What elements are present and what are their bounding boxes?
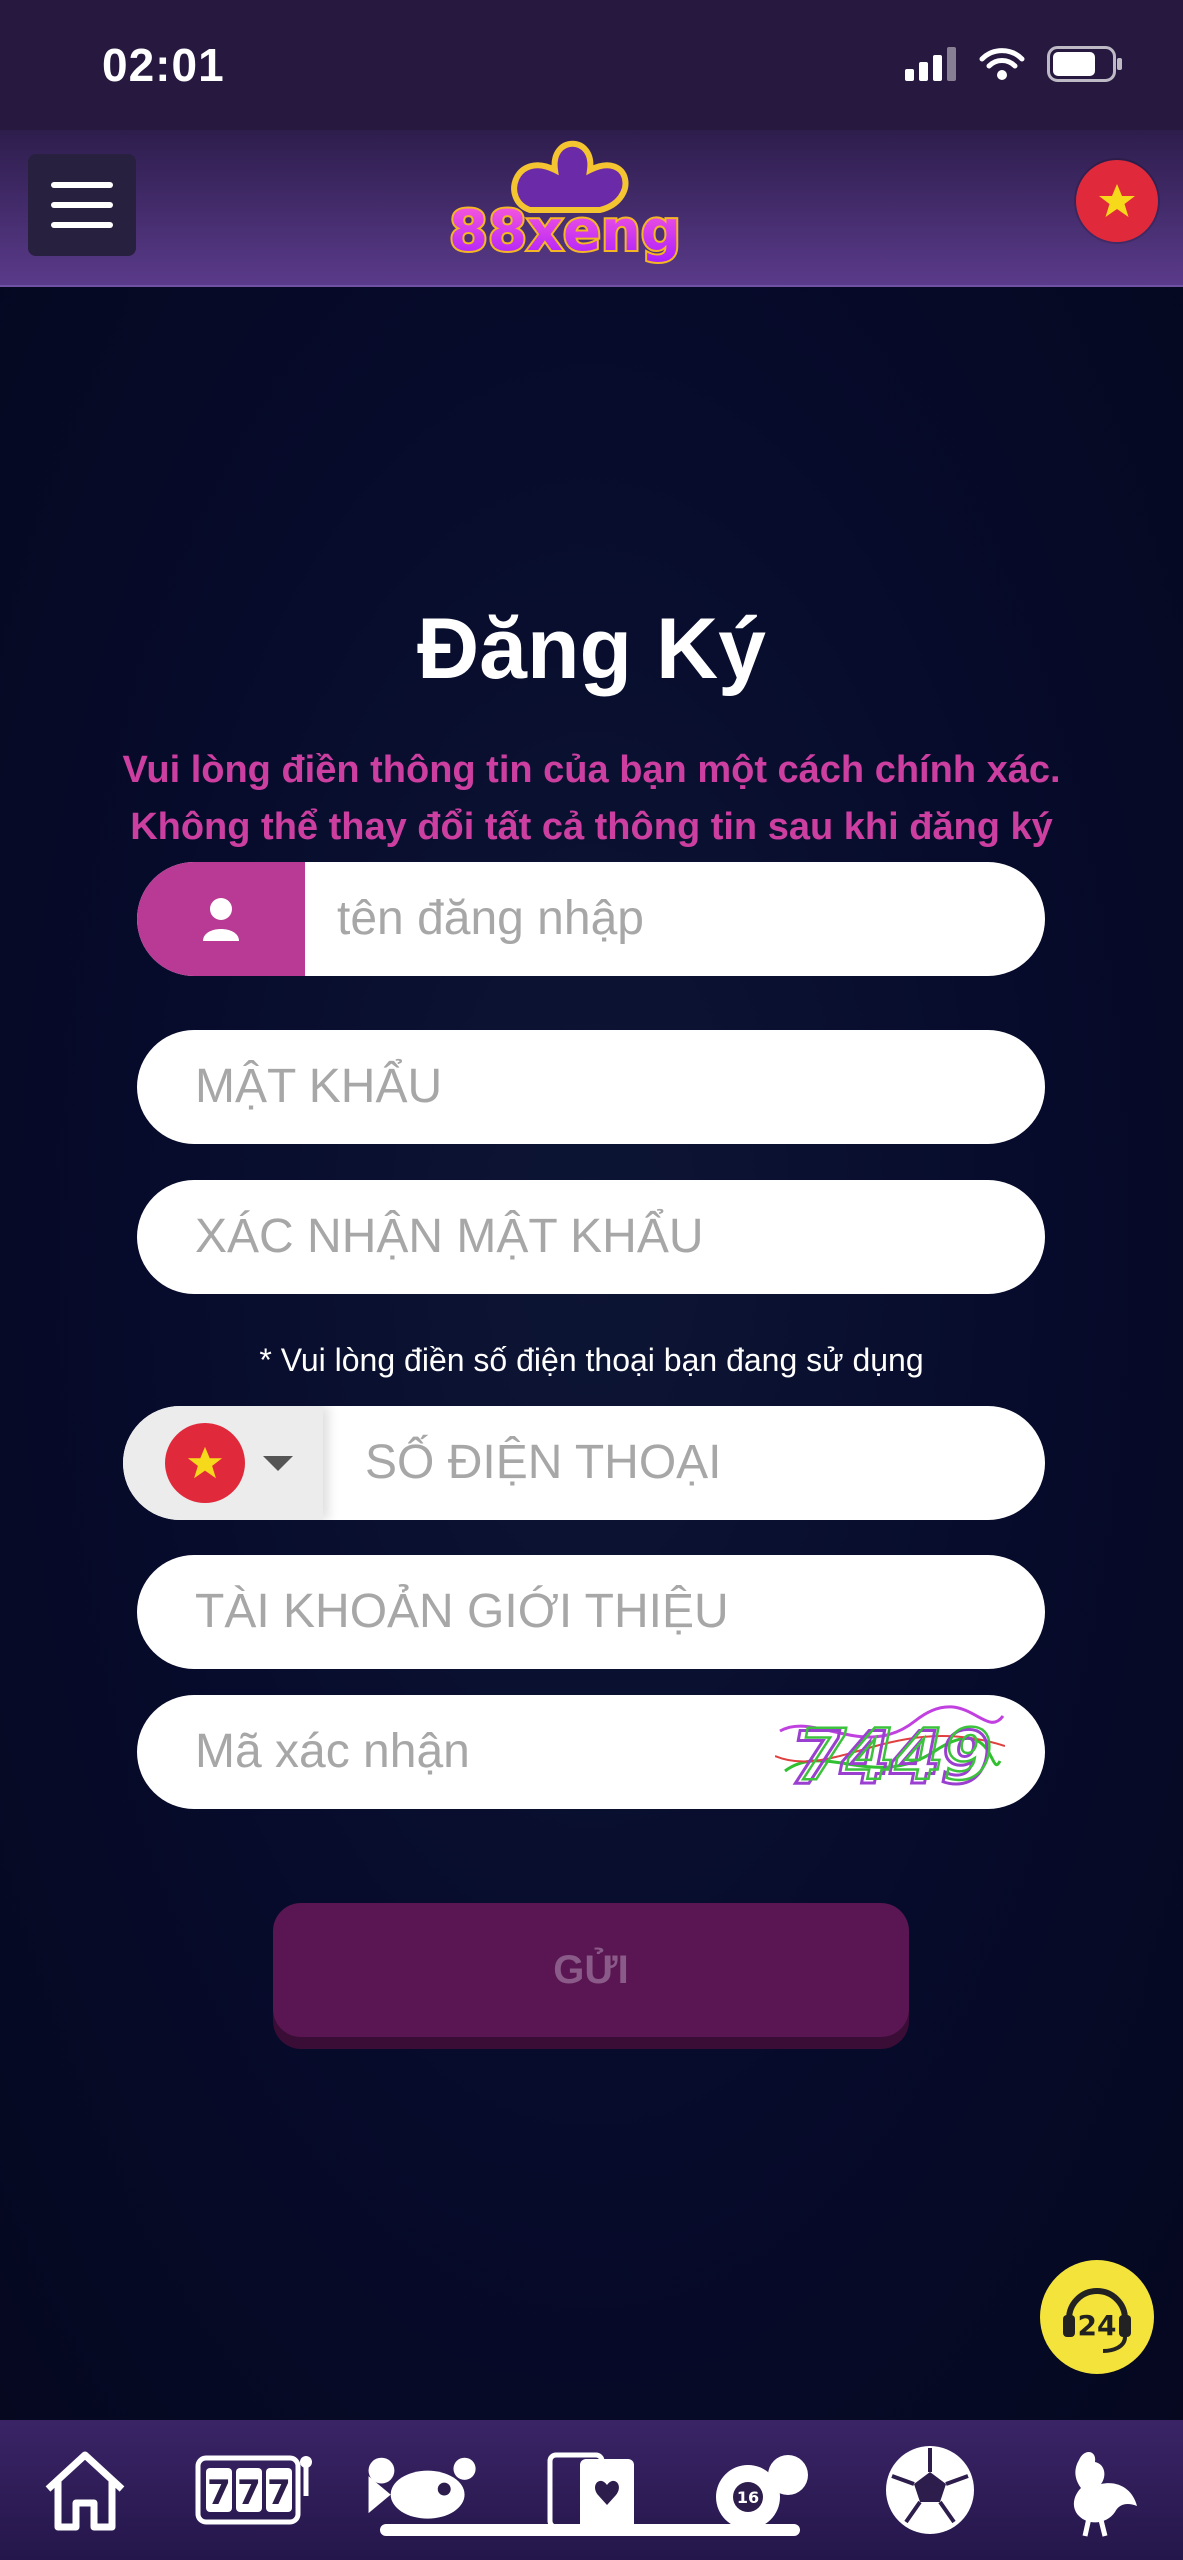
nav-home[interactable]: [25, 2430, 145, 2550]
password-placeholder: MẬT KHẨU: [195, 1060, 443, 1113]
svg-text:7: 7: [207, 2473, 231, 2513]
cards-icon: [547, 2452, 634, 2531]
status-time: 02:01: [102, 39, 225, 91]
menu-button[interactable]: [28, 154, 136, 256]
signal-icon: [905, 47, 956, 81]
hamburger-icon: [51, 182, 113, 228]
home-icon: [45, 2451, 124, 2531]
form-instructions: Vui lòng điền thông tin của bạn một cách…: [0, 742, 1183, 856]
language-flag-button[interactable]: [1076, 160, 1158, 242]
nav-cockfight[interactable]: [1039, 2430, 1159, 2550]
fish-game-icon: [368, 2457, 476, 2519]
status-bar: 02:01: [0, 0, 1183, 130]
captcha-placeholder: Mã xác nhận: [195, 1725, 470, 1778]
soccer-ball-icon: [885, 2446, 974, 2534]
confirm-password-field[interactable]: XÁC NHẬN MẬT KHẨU: [137, 1180, 1045, 1294]
submit-button[interactable]: GỬI: [273, 1903, 909, 2037]
svg-text:7: 7: [267, 2473, 291, 2513]
referral-field[interactable]: TÀI KHOẢN GIỚI THIỆU: [137, 1555, 1045, 1669]
home-indicator: [380, 2524, 800, 2536]
phone-field[interactable]: SỐ ĐIỆN THOẠI: [123, 1406, 1045, 1520]
svg-text:7449: 7449: [798, 1714, 993, 1796]
phone-placeholder: SỐ ĐIỆN THOẠI: [365, 1436, 722, 1489]
svg-text:24: 24: [1078, 2309, 1117, 2342]
chevron-down-icon: [263, 1455, 293, 1471]
user-icon: [203, 898, 239, 941]
star-icon: [1099, 184, 1135, 217]
star-icon: [187, 1446, 223, 1479]
country-code-select[interactable]: [123, 1406, 323, 1520]
username-placeholder: tên đăng nhập: [337, 892, 644, 945]
instruction-line-1: Vui lòng điền thông tin của bạn một cách…: [122, 749, 1061, 791]
phone-note: * Vui lòng điền số điện thoại bạn đang s…: [259, 1342, 924, 1378]
svg-text:88xeng: 88xeng: [449, 199, 681, 264]
instruction-line-2: Không thể thay đổi tất cả thông tin sau …: [130, 806, 1053, 848]
status-icons: [905, 44, 1123, 84]
nav-sports[interactable]: [870, 2430, 990, 2550]
username-icon-box: [137, 862, 305, 976]
svg-text:7: 7: [237, 2473, 261, 2513]
bottom-nav: 7 7 7 16: [0, 2420, 1183, 2560]
vietnam-flag-icon: [165, 1423, 245, 1503]
rooster-icon: [1073, 2451, 1137, 2537]
password-field[interactable]: MẬT KHẨU: [137, 1030, 1045, 1144]
svg-text:16: 16: [736, 2488, 758, 2507]
confirm-password-placeholder: XÁC NHẬN MẬT KHẨU: [195, 1210, 704, 1263]
nav-slots[interactable]: 7 7 7: [194, 2430, 314, 2550]
support-chat-button[interactable]: 24: [1040, 2260, 1154, 2374]
wifi-icon: [979, 48, 1025, 80]
battery-icon: [1047, 46, 1122, 82]
slots-777-icon: 7 7 7: [195, 2455, 312, 2525]
brand-logo[interactable]: 88xeng: [430, 130, 700, 285]
lottery-balls-icon: 16: [715, 2455, 808, 2529]
referral-placeholder: TÀI KHOẢN GIỚI THIỆU: [195, 1585, 729, 1638]
headset-24-icon: 24: [1063, 2288, 1131, 2353]
app-header: 88xeng: [0, 130, 1183, 287]
captcha-field[interactable]: Mã xác nhận 7449 7449: [137, 1695, 1045, 1809]
page-title: Đăng Ký: [417, 601, 766, 697]
username-field[interactable]: tên đăng nhập: [137, 862, 1045, 976]
captcha-image[interactable]: 7449 7449: [775, 1701, 1005, 1803]
